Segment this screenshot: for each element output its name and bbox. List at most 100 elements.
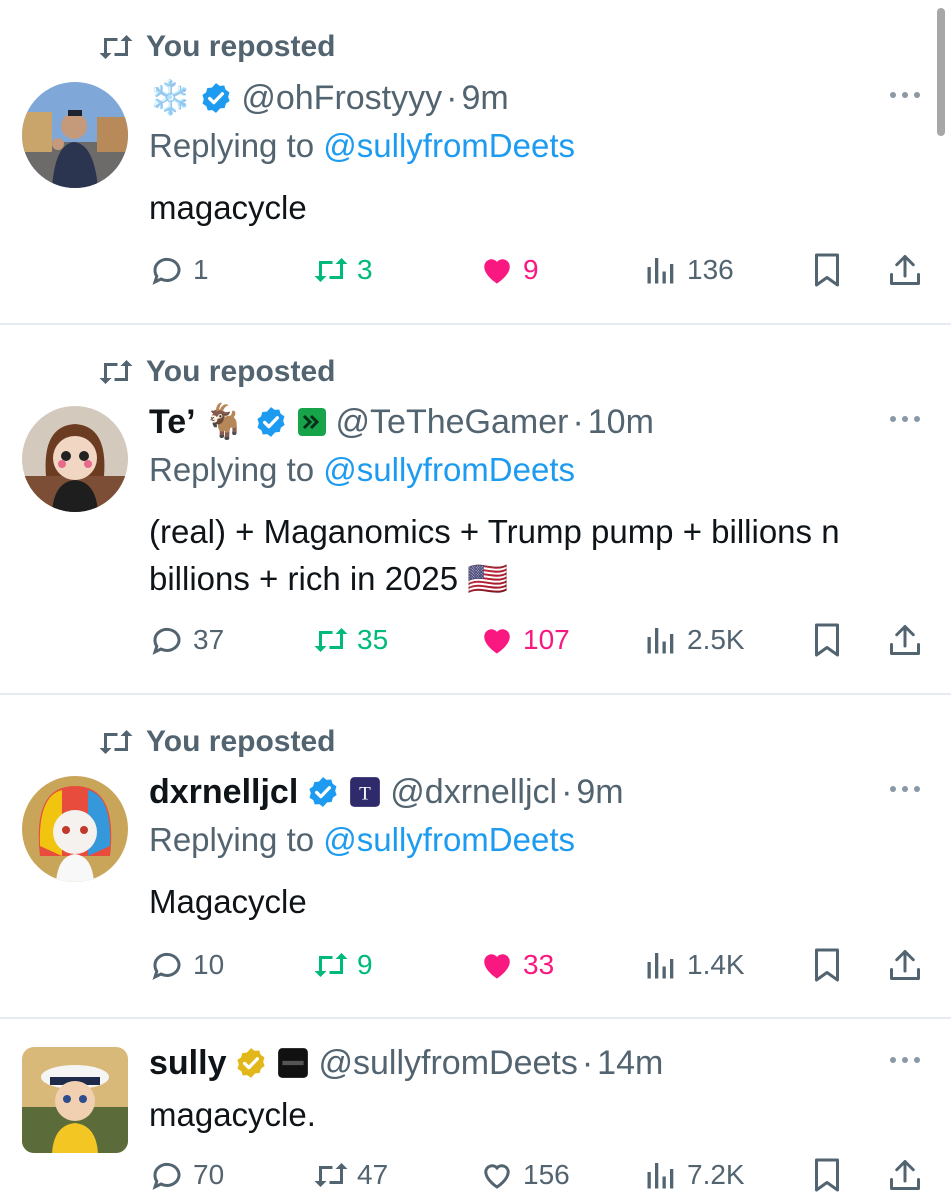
reply-button[interactable]: 37 [149,618,224,662]
reply-button[interactable]: 1 [149,248,209,292]
bookmark-button[interactable] [809,248,845,292]
tweet-1[interactable]: You reposted ❄️ @ohFrostyyy · 9m Replyin… [0,0,951,324]
view-count: 1.4K [687,949,745,980]
affiliate-t-badge[interactable]: T [348,775,382,809]
views-chart-icon [647,1163,674,1189]
bookmark-button[interactable] [809,943,845,987]
tweet-text: magacycle [149,189,307,226]
share-icon [890,1160,920,1190]
retweet-icon [314,1163,348,1187]
separator-dot: · [561,772,573,811]
avatar[interactable] [22,82,128,188]
heart-filled-icon [484,259,510,284]
user-handle[interactable]: @TeTheGamer [336,403,569,442]
timestamp[interactable]: 9m [461,79,508,118]
reply-count: 10 [193,949,225,980]
retweet-button[interactable]: 9 [313,943,373,987]
more-options-button[interactable] [887,1053,923,1073]
share-icon [890,255,920,285]
view-count: 7.2K [687,1159,745,1190]
bookmark-button[interactable] [809,1153,845,1197]
reply-button[interactable]: 70 [149,1153,224,1197]
affiliate-green-badge[interactable] [296,406,328,438]
user-handle[interactable]: @dxrnelljcl [390,773,557,812]
more-options-button[interactable] [887,412,923,432]
replying-to-link[interactable]: @sullyfromDeets [323,821,575,858]
retweet-button[interactable]: 47 [313,1153,388,1197]
reply-icon [152,257,181,285]
tweet-3[interactable]: You reposted dxrnelljcl T @dxrnelljcl · … [0,695,951,1017]
retweet-button[interactable]: 35 [313,618,388,662]
share-button[interactable] [887,618,923,662]
separator-dot: · [581,1043,594,1082]
share-icon [890,625,920,655]
more-options-button[interactable] [887,782,923,802]
repost-indicator: You reposted [98,355,335,389]
svg-text:T: T [359,783,371,804]
views-button[interactable]: 7.2K [643,1153,745,1197]
share-button[interactable] [887,248,923,292]
like-button[interactable]: 107 [479,618,570,662]
verified-blue-badge[interactable] [254,405,288,439]
verified-gold-badge[interactable] [234,1046,268,1080]
heart-filled-icon [484,954,510,979]
tweet-text: (real) + Maganomics + Trump pump + billi… [149,513,840,597]
bookmark-button[interactable] [809,618,845,662]
verified-blue-badge[interactable] [199,81,233,115]
heart-filled-icon [484,629,510,654]
like-button[interactable]: 156 [479,1153,570,1197]
views-button[interactable]: 2.5K [643,618,745,662]
timestamp[interactable]: 9m [576,773,623,812]
share-button[interactable] [887,1153,923,1197]
user-handle[interactable]: @ohFrostyyy [241,79,442,118]
verified-blue-badge[interactable] [306,775,340,809]
views-button[interactable]: 136 [643,248,734,292]
views-chart-icon [647,953,674,979]
retweet-icon [314,628,348,652]
tweet-2[interactable]: You reposted Te’ 🐐 @TeTheGamer · 10m Rep… [0,325,951,693]
bookmark-icon [815,1158,839,1192]
share-button[interactable] [887,943,923,987]
repost-label: You reposted [146,725,336,758]
like-count: 33 [523,949,555,980]
tweet-header: sully @sullyfromDeets · 14m [149,1041,663,1085]
tweet-actions: 10 9 33 1.4K [149,943,929,987]
more-options-button[interactable] [887,88,923,108]
timestamp[interactable]: 14m [597,1044,663,1083]
avatar-photo [22,82,128,188]
views-button[interactable]: 1.4K [643,943,745,987]
affiliate-tradex-badge[interactable] [276,1046,310,1080]
timestamp[interactable]: 10m [588,403,654,442]
user-handle[interactable]: @sullyfromDeets [318,1044,577,1083]
repost-label: You reposted [146,30,336,63]
avatar[interactable] [22,1047,128,1153]
display-name[interactable]: ❄️ [149,78,191,118]
avatar[interactable] [22,406,128,512]
bookmark-icon [815,253,839,287]
tweet-header: dxrnelljcl T @dxrnelljcl · 9m [149,770,624,814]
retweet-count: 3 [357,254,373,285]
reply-count: 1 [193,254,209,285]
retweet-button[interactable]: 3 [313,248,373,292]
tweet-header: ❄️ @ohFrostyyy · 9m [149,76,509,120]
more-dots-icon [890,1057,920,1063]
avatar[interactable] [22,776,128,882]
replying-to-link[interactable]: @sullyfromDeets [323,127,575,164]
reply-icon [152,627,181,655]
share-icon [890,950,920,980]
reply-button[interactable]: 10 [149,943,224,987]
display-name[interactable]: sully [149,1044,226,1083]
tweet-4[interactable]: sully @sullyfromDeets · 14m magacycle. 7… [0,1019,951,1200]
like-button[interactable]: 9 [479,248,539,292]
display-name[interactable]: dxrnelljcl [149,773,298,812]
like-button[interactable]: 33 [479,943,554,987]
view-count: 2.5K [687,624,745,655]
like-count: 107 [523,624,570,655]
replying-to-link[interactable]: @sullyfromDeets [323,451,575,488]
retweet-count: 9 [357,949,373,980]
display-name[interactable]: Te’ 🐐 [149,402,246,442]
repost-icon [99,730,133,754]
view-count: 136 [687,254,734,285]
reply-count: 70 [193,1159,225,1190]
separator-dot: · [446,78,458,117]
